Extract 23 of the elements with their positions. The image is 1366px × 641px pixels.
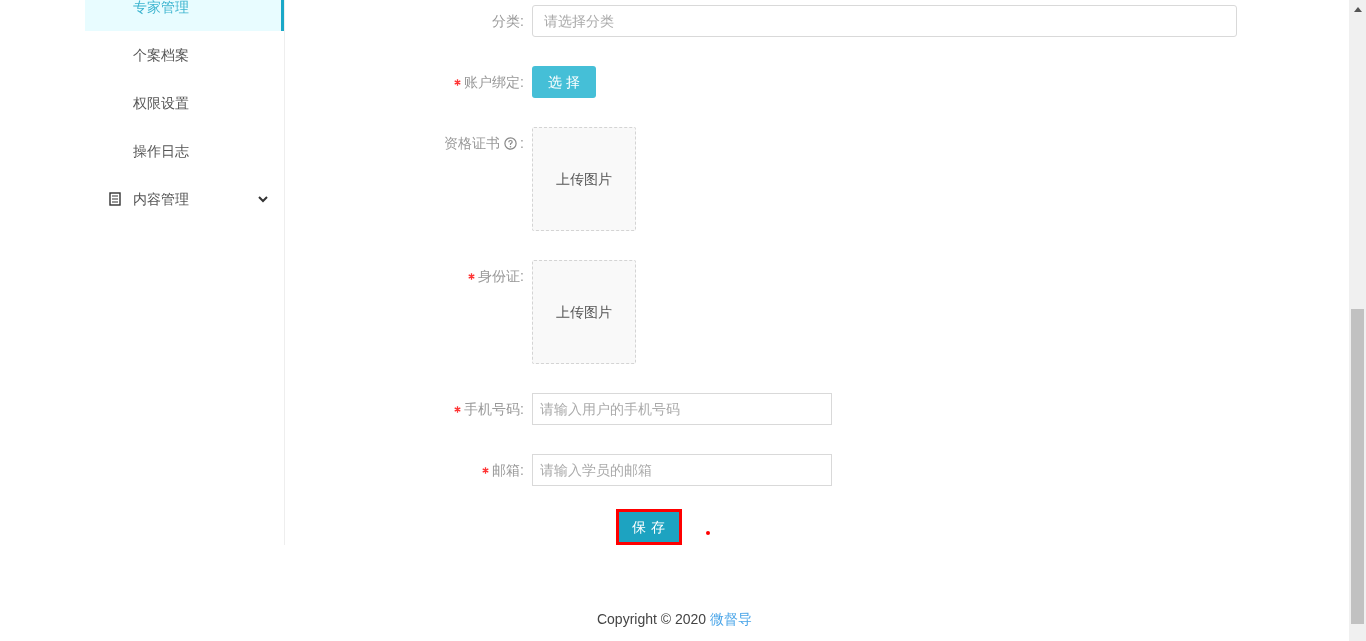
scrollbar-thumb[interactable] (1351, 309, 1364, 624)
input-field[interactable]: 请输入用户的手机号码 (532, 393, 832, 425)
sidebar-item[interactable]: 个案档案 (85, 31, 284, 79)
field-label: 手机号码: (464, 400, 524, 419)
input-field[interactable]: 请输入学员的邮箱 (532, 454, 832, 486)
field-label: 分类: (492, 12, 524, 31)
scrollbar[interactable] (1349, 0, 1366, 641)
field-label: 身份证: (478, 267, 524, 286)
help-icon[interactable] (504, 136, 518, 150)
field-label: 邮箱: (492, 461, 524, 480)
upload-box[interactable]: 上传图片 (532, 127, 636, 231)
field-label: 资格证书 (444, 134, 501, 153)
field-label: 账户绑定: (464, 73, 524, 92)
sidebar-item[interactable]: 权限设置 (85, 79, 284, 127)
sidebar-item[interactable]: 操作日志 (85, 127, 284, 175)
label-colon: : (520, 134, 524, 153)
select-field[interactable]: 请选择分类 (532, 5, 1237, 37)
sidebar-item[interactable]: 内容管理 (85, 175, 284, 223)
chevron-icon (258, 195, 268, 203)
document-icon (109, 192, 121, 206)
upload-box[interactable]: 上传图片 (532, 260, 636, 364)
copyright-text: Copyright © 2020 (596, 611, 708, 627)
scroll-up-icon[interactable] (1353, 7, 1362, 12)
